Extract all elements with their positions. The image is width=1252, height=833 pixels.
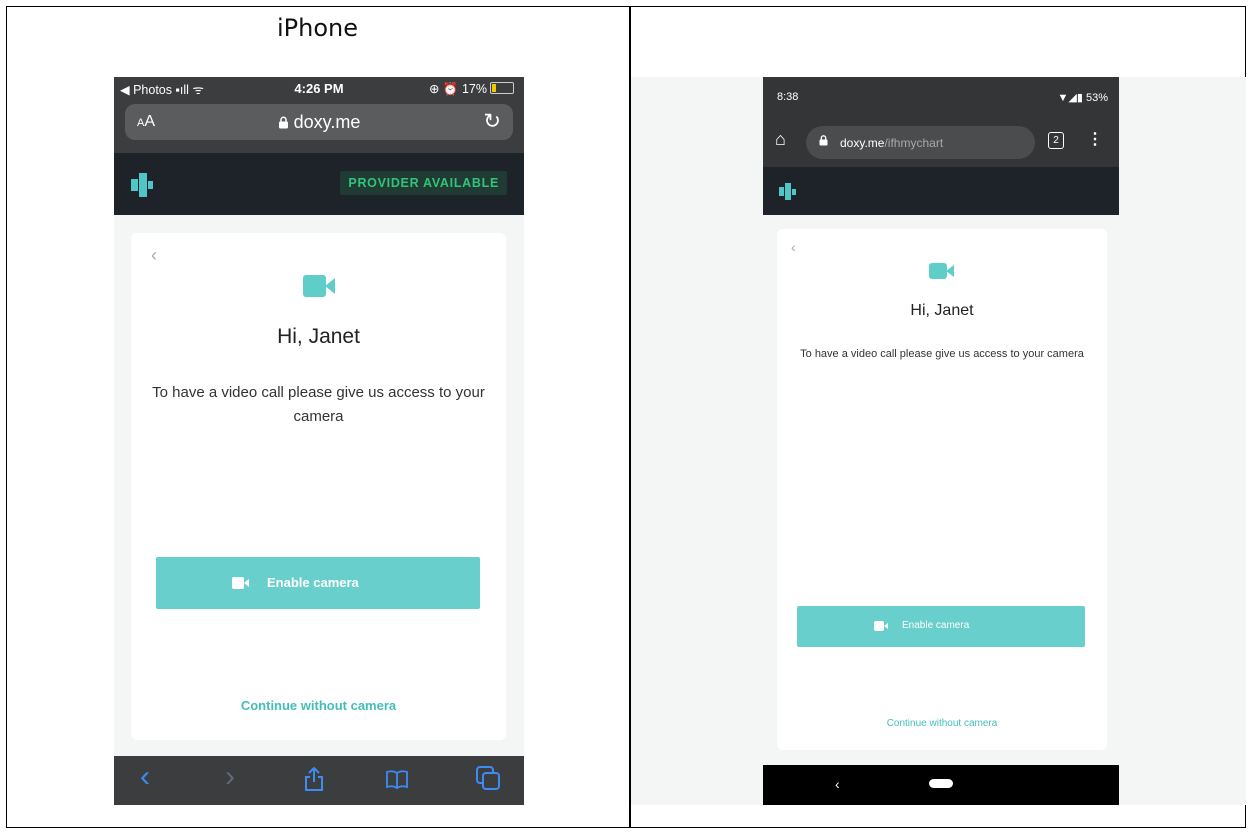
greeting-heading: Hi, Janet — [910, 302, 974, 319]
nav-back-icon[interactable]: ‹ — [835, 776, 840, 792]
status-icons: ⊕ ⏰ — [428, 82, 459, 96]
tab-switcher-button[interactable]: 2 — [1048, 132, 1064, 149]
video-camera-icon — [929, 263, 955, 279]
video-camera-icon — [874, 621, 889, 631]
nav-home-pill[interactable] — [929, 779, 953, 788]
ios-url-display[interactable]: doxy.me — [125, 112, 513, 133]
url-host: doxy.me — [293, 112, 361, 132]
battery-percent: 17% — [461, 82, 487, 96]
android-status-right: ▼◢▮ 53% — [1058, 91, 1109, 104]
android-screenshot: 8:38 ▼◢▮ 53% ⌂ doxy.me/ifhmychart 2 ⋮ ‹ … — [763, 77, 1119, 805]
reload-icon[interactable]: ↻ — [483, 109, 501, 134]
android-navigation-bar: ‹ — [763, 765, 1119, 805]
url-text: doxy.me/ifhmychart — [840, 136, 943, 150]
chrome-address-bar[interactable]: doxy.me/ifhmychart — [806, 126, 1035, 159]
doxy-app-header — [763, 167, 1119, 215]
enable-camera-button[interactable]: Enable camera — [156, 557, 480, 609]
doxy-logo-icon — [779, 183, 798, 200]
camera-permission-card: ‹ Hi, Janet To have a video call please … — [131, 233, 506, 740]
enable-camera-label: Enable camera — [267, 575, 359, 590]
android-status-time: 8:38 — [777, 91, 799, 103]
more-vert-icon[interactable]: ⋮ — [1087, 129, 1103, 149]
continue-without-camera-link[interactable]: Continue without camera — [777, 718, 1107, 729]
tabs-icon[interactable] — [476, 766, 500, 796]
lock-icon — [278, 112, 294, 132]
back-chevron-icon[interactable]: ‹ — [791, 239, 796, 255]
camera-permission-card: ‹ Hi, Janet To have a video call please … — [777, 229, 1107, 750]
ios-address-bar[interactable]: AA doxy.me ↻ — [125, 104, 513, 140]
column-title-iphone: iPhone — [276, 14, 358, 42]
ios-status-bar: ◀ Photos ▪ıll ᯤ 4:26 PM ⊕ ⏰ 17% — [114, 77, 524, 100]
camera-access-message: To have a video call please give us acce… — [152, 384, 485, 425]
provider-status-badge: PROVIDER AVAILABLE — [340, 171, 507, 195]
back-chevron-icon[interactable]: ‹ — [151, 245, 157, 266]
chevron-right-icon[interactable]: › — [225, 760, 235, 794]
url-host: doxy.me — [840, 136, 885, 150]
ios-address-area: AA doxy.me ↻ — [114, 100, 524, 153]
battery-percent: 53% — [1085, 92, 1108, 104]
lock-icon — [819, 135, 828, 149]
chrome-toolbar: ⌂ doxy.me/ifhmychart 2 ⋮ — [763, 117, 1119, 167]
android-status-bar: 8:38 ▼◢▮ 53% — [763, 77, 1119, 117]
home-icon[interactable]: ⌂ — [775, 129, 786, 150]
enable-camera-button[interactable]: Enable camera — [797, 606, 1085, 647]
ios-safari-toolbar: ‹ › — [114, 756, 524, 805]
enable-camera-label: Enable camera — [902, 620, 970, 631]
continue-without-camera-link[interactable]: Continue without camera — [131, 698, 506, 713]
video-camera-icon — [232, 577, 250, 589]
doxy-logo-icon — [131, 173, 157, 197]
iphone-screenshot: ◀ Photos ▪ıll ᯤ 4:26 PM ⊕ ⏰ 17% AA doxy.… — [114, 77, 524, 805]
doxy-app-header: PROVIDER AVAILABLE — [114, 153, 524, 215]
ios-status-right: ⊕ ⏰ 17% — [429, 81, 514, 97]
bookmarks-icon[interactable] — [386, 766, 408, 795]
battery-icon — [490, 82, 514, 94]
url-path: /ifhmychart — [884, 136, 944, 150]
camera-access-message: To have a video call please give us acce… — [800, 348, 1084, 360]
chevron-left-icon[interactable]: ‹ — [140, 760, 150, 794]
status-icons: ▼◢▮ — [1057, 92, 1083, 104]
video-camera-icon — [303, 275, 335, 297]
greeting-heading: Hi, Janet — [277, 325, 360, 348]
share-icon[interactable] — [304, 766, 324, 798]
